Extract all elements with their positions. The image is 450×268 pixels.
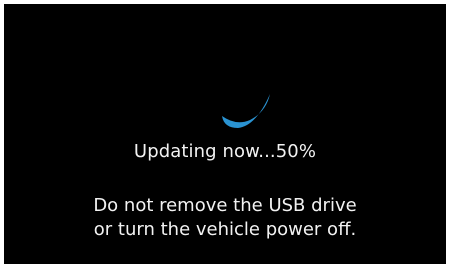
warning-line-1: Do not remove the USB drive (93, 195, 357, 216)
warning-message: Do not remove the USB drive or turn the … (4, 194, 446, 242)
update-status-text: Updating now...50% (133, 141, 317, 162)
warning-line-2: or turn the vehicle power off. (93, 219, 357, 240)
update-screen: Updating now...50% Do not remove the USB… (4, 4, 446, 264)
loading-spinner-icon (222, 94, 270, 128)
